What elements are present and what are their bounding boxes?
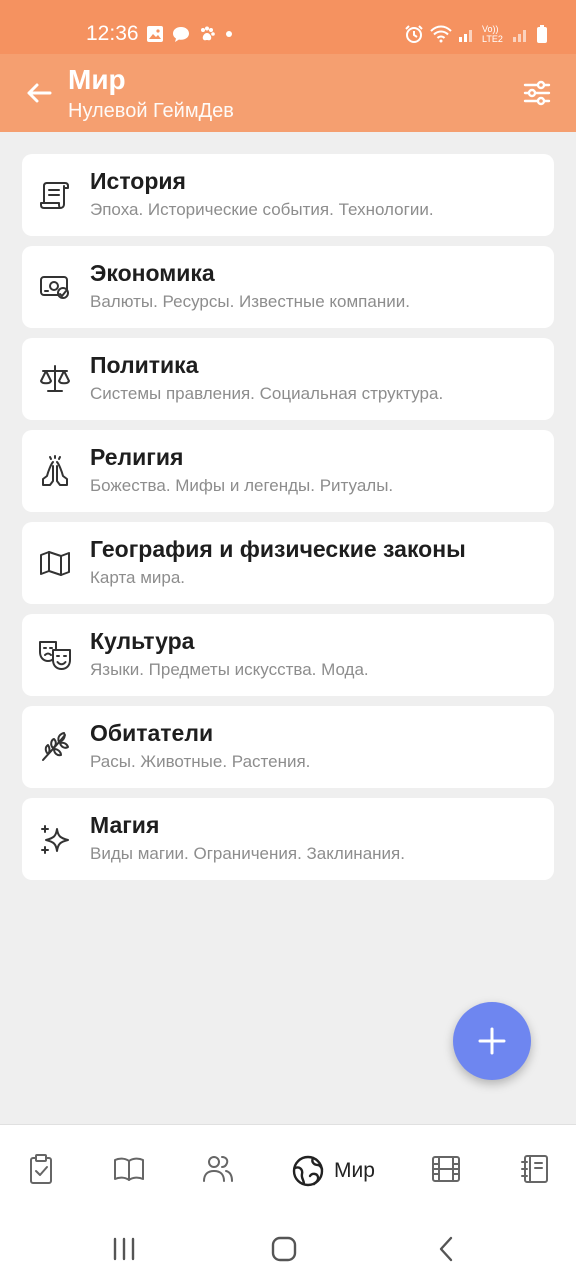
section-card-economy[interactable]: Экономика Валюты. Ресурсы. Известные ком… (22, 246, 554, 328)
home-icon[interactable] (269, 1234, 299, 1264)
money-icon (40, 276, 69, 299)
globe-icon (292, 1155, 324, 1187)
gallery-icon (147, 26, 163, 42)
nav-scenes[interactable] (430, 1153, 462, 1189)
users-icon (203, 1156, 233, 1182)
status-bar: 12:36 Vo)) LTE2 (0, 0, 576, 54)
chat-icon (173, 27, 189, 42)
section-title: Культура (90, 628, 195, 654)
world-sections-list: История Эпоха. Исторические события. Тех… (22, 154, 554, 890)
section-card-culture[interactable]: Культура Языки. Предметы искусства. Мода… (22, 614, 554, 696)
section-card-religion[interactable]: Религия Божества. Мифы и легенды. Ритуал… (22, 430, 554, 512)
back-arrow-icon[interactable] (24, 78, 54, 108)
book-open-icon (114, 1157, 144, 1181)
dot-icon (226, 31, 232, 37)
section-title: История (90, 168, 186, 194)
section-card-politics[interactable]: Политика Системы правления. Социальная с… (22, 338, 554, 420)
filter-settings-icon[interactable] (522, 78, 552, 108)
section-card-history[interactable]: История Эпоха. Исторические события. Тех… (22, 154, 554, 236)
nav-characters[interactable] (202, 1153, 234, 1189)
recent-apps-icon[interactable] (109, 1234, 139, 1264)
film-icon (432, 1156, 460, 1182)
section-subtitle: Эпоха. Исторические события. Технологии. (90, 200, 434, 219)
system-back-icon[interactable] (432, 1234, 462, 1264)
sparkles-icon (41, 825, 69, 854)
plus-icon (478, 1027, 506, 1055)
system-nav-bar (0, 1216, 576, 1280)
section-subtitle: Языки. Предметы искусства. Мода. (90, 660, 369, 679)
paw-icon (201, 26, 215, 41)
clipboard-check-icon (30, 1154, 52, 1184)
signal-icon (459, 30, 472, 42)
nav-notes[interactable] (519, 1153, 551, 1189)
section-title: Экономика (90, 260, 215, 286)
section-subtitle: Виды магии. Ограничения. Заклинания. (90, 844, 405, 863)
status-time: 12:36 (86, 22, 139, 45)
notebook-icon (521, 1155, 548, 1183)
page-title: Мир (68, 64, 126, 95)
signal-icon-2 (513, 30, 526, 42)
section-subtitle: Расы. Животные. Растения. (90, 752, 311, 771)
section-card-magic[interactable]: Магия Виды магии. Ограничения. Заклинани… (22, 798, 554, 880)
section-card-geography[interactable]: География и физические законы Карта мира… (22, 522, 554, 604)
section-subtitle: Божества. Мифы и легенды. Ритуалы. (90, 476, 394, 495)
section-card-inhabitants[interactable]: Обитатели Расы. Животные. Растения. (22, 706, 554, 788)
page-subtitle: Нулевой ГеймДев (68, 100, 234, 122)
theater-masks-icon (39, 641, 71, 670)
app-bar: Мир Нулевой ГеймДев (0, 54, 576, 132)
section-subtitle: Карта мира. (90, 568, 186, 587)
nav-book[interactable] (113, 1153, 145, 1189)
section-title: Религия (90, 444, 184, 470)
praying-hands-icon (42, 455, 68, 486)
section-subtitle: Системы правления. Социальная структура. (90, 384, 444, 403)
alarm-icon (405, 25, 423, 43)
add-button[interactable] (453, 1002, 531, 1080)
nav-world-label: Мир (334, 1159, 375, 1182)
volte-label: Vo)) LTE2 (482, 24, 503, 44)
battery-icon (537, 25, 547, 43)
wifi-icon (430, 25, 452, 43)
section-title: Магия (90, 812, 160, 838)
section-title: География и физические законы (90, 536, 466, 562)
bottom-nav: Мир (0, 1124, 576, 1216)
map-icon (40, 551, 70, 576)
section-title: Обитатели (90, 720, 214, 746)
scroll-icon (40, 182, 69, 209)
nav-tasks[interactable] (25, 1153, 57, 1189)
scales-icon (40, 365, 70, 392)
section-subtitle: Валюты. Ресурсы. Известные компании. (90, 292, 410, 311)
section-title: Политика (90, 352, 199, 378)
nav-world[interactable]: Мир (292, 1153, 375, 1189)
leaf-branch-icon (42, 732, 69, 761)
